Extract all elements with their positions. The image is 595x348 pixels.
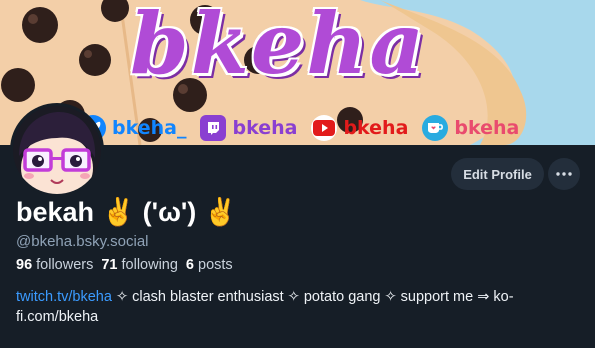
kofi-handle: bkeha (454, 117, 520, 139)
banner-social-links: bkeha_ bkeha bkeha bkeha (80, 113, 533, 143)
following-stat[interactable]: 71 following (101, 257, 178, 273)
followers-label: followers (36, 257, 94, 273)
kofi-icon (422, 115, 449, 141)
posts-label: posts (198, 257, 233, 273)
youtube-handle: bkeha (343, 117, 409, 139)
following-count: 71 (101, 257, 118, 273)
youtube-link: bkeha (311, 115, 408, 141)
following-label: following (121, 257, 178, 273)
followers-count: 96 (16, 257, 33, 273)
posts-stat: 6 posts (186, 257, 233, 273)
handle: @bkeha.bsky.social (16, 233, 149, 250)
profile-bio: twitch.tv/bkeha ✧ clash blaster enthusia… (16, 287, 576, 327)
bio-twitch-link[interactable]: twitch.tv/bkeha (16, 289, 112, 305)
avatar-illustration (13, 106, 101, 194)
profile-stats: 96 followers 71 following 6 posts (16, 257, 241, 273)
bluesky-handle: bkeha_ (112, 117, 187, 139)
youtube-icon (311, 115, 338, 141)
banner-brand-script: bkeha (130, 0, 426, 93)
edit-profile-button[interactable]: Edit Profile (451, 158, 544, 190)
twitch-icon (200, 115, 227, 141)
twitch-handle: bkeha (232, 117, 298, 139)
twitch-link: bkeha (200, 115, 297, 141)
kofi-link: bkeha (422, 115, 519, 141)
followers-stat[interactable]: 96 followers (16, 257, 93, 273)
more-options-button[interactable] (548, 158, 580, 190)
display-name: bekah ✌️ ('ω') ✌️ (16, 197, 238, 227)
posts-count: 6 (185, 257, 194, 273)
ellipsis-icon (556, 172, 572, 176)
avatar[interactable] (10, 103, 104, 197)
